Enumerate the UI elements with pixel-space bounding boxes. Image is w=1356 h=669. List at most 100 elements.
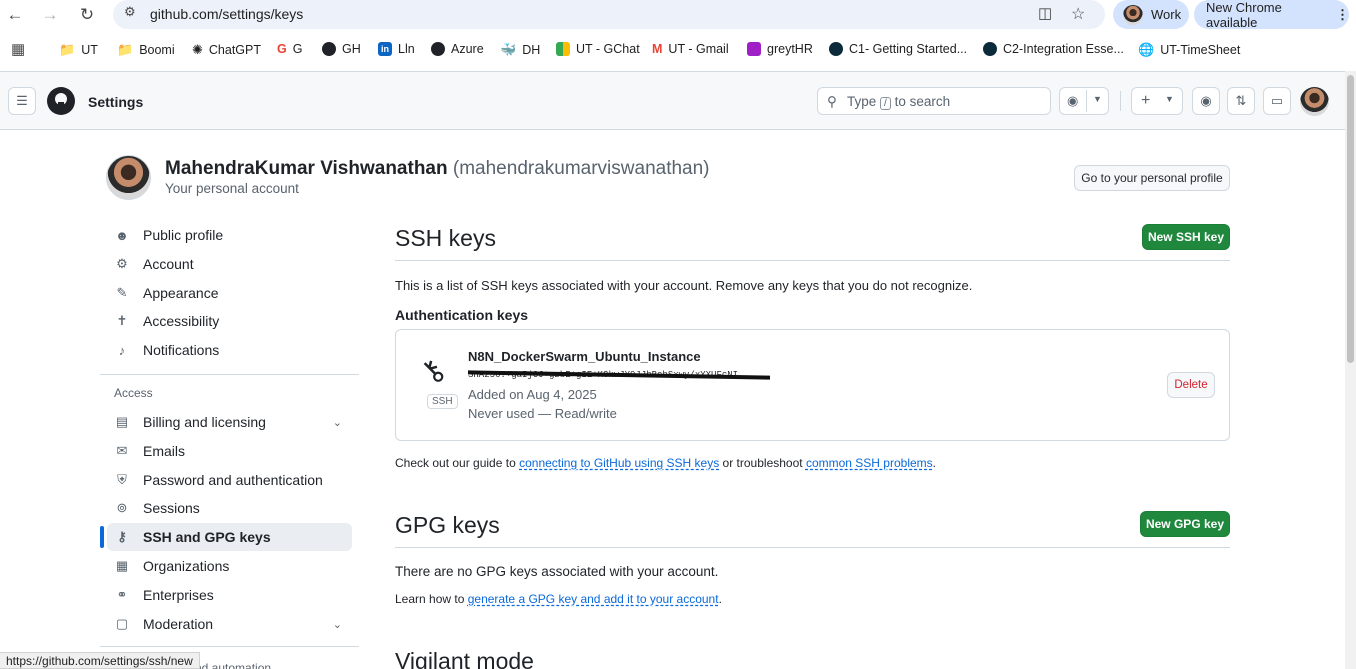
globe-icon: 🌐 [1138,42,1155,57]
sidebar-item-organizations[interactable]: ▦ Organizations [107,552,352,580]
bookmark-item[interactable]: ✺ ChatGPT [192,42,261,58]
new-gpg-key-button[interactable]: New GPG key [1140,511,1230,537]
boomi-icon [829,42,843,56]
delete-ssh-key-button[interactable]: Delete [1167,372,1215,398]
ssh-guide-link[interactable]: connecting to GitHub using SSH keys [519,456,719,470]
sidebar-item-label: Password and authentication [143,472,323,488]
bookmark-star-icon[interactable]: ☆ [1071,4,1085,24]
key-icon: ⚷ [117,529,127,544]
bookmark-label: Lln [398,42,415,56]
ssh-description: This is a list of SSH keys associated wi… [395,278,973,293]
profile-avatar [1123,4,1143,25]
profile-name-line: MahendraKumar Vishwanathan (mahendrakuma… [165,158,710,180]
bookmark-item[interactable]: M UT - Gmail [652,42,729,56]
profile-subtitle: Your personal account [165,181,299,196]
ssh-key-usage: Never used — Read/write [468,406,617,421]
chevron-down-icon[interactable]: ⌄ [333,618,342,631]
inbox-icon[interactable]: ▭ [1263,87,1291,115]
issues-icon[interactable]: ◉ [1192,87,1220,115]
apps-grid-icon[interactable]: ▦ [11,40,25,58]
bookmark-item[interactable]: in Lln [378,42,415,56]
sidebar-item-moderation[interactable]: ▢ Moderation ⌄ [107,610,352,638]
learn-prefix: Learn how to [395,592,465,606]
page-viewport: ☰ Settings ⚲ Type / to search ◉ ▼ + ▼ ◉ … [0,71,1345,669]
go-to-profile-button[interactable]: Go to your personal profile [1074,165,1230,191]
forward-arrow-icon[interactable]: → [39,4,61,26]
search-icon: ⚲ [827,94,837,109]
profile-name: MahendraKumar Vishwanathan [165,158,448,179]
person-icon: ☻ [115,227,129,243]
sidebar-item-appearance[interactable]: ✎ Appearance [107,279,352,307]
create-new-button[interactable]: + ▼ [1131,87,1183,115]
ssh-guide-text: Check out our guide to connecting to Git… [395,456,936,470]
google-icon: G [277,42,287,56]
greythr-icon [747,42,761,56]
kebab-menu-icon[interactable]: ⋮ [1336,7,1349,23]
sidebar-item-public-profile[interactable]: ☻ Public profile [107,221,352,249]
organization-icon: ▦ [115,558,129,573]
sidebar-item-account[interactable]: ⚙ Account [107,250,352,278]
sidebar-item-label: Public profile [143,227,224,243]
bookmark-item[interactable]: GH [322,42,361,56]
sidebar-item-label: Sessions [143,500,200,516]
sidebar-item-sessions[interactable]: ⊚ Sessions [107,494,352,522]
sidebar-item-ssh-gpg-keys[interactable]: ⚷ SSH and GPG keys [107,523,352,551]
key-icon: ⚷ [413,352,453,391]
sidebar-item-accessibility[interactable]: ✝ Accessibility [107,307,352,335]
install-app-icon[interactable]: ◫ [1038,4,1052,22]
url-text[interactable]: github.com/settings/keys [150,6,303,22]
bookmark-item[interactable]: 📁 Boomi [117,42,175,58]
sidebar-heading-access: Access [114,386,153,400]
bookmark-item[interactable]: 🌐 UT-TimeSheet [1138,42,1240,58]
bookmark-label: Azure [451,42,484,56]
sidebar-item-notifications[interactable]: ♪ Notifications [107,336,352,364]
chevron-down-icon[interactable]: ▼ [1093,94,1102,104]
back-arrow-icon[interactable]: ← [4,4,26,26]
search-suffix: to search [894,94,951,109]
page-scrollbar[interactable] [1345,71,1356,669]
bookmark-item[interactable]: greytHR [747,42,813,56]
github-logo-icon[interactable] [47,87,75,115]
sidebar-item-label: Account [143,256,194,272]
bookmark-item[interactable]: C2-Integration Esse... [983,42,1124,56]
chatgpt-icon: ✺ [192,42,203,57]
sidebar-item-enterprises[interactable]: ⚭ Enterprises [107,581,352,609]
user-avatar[interactable] [1300,87,1329,116]
sidebar-item-billing[interactable]: ▤ Billing and licensing ⌄ [107,408,352,436]
globe-icon: ⚭ [116,587,128,602]
boomi-icon [983,42,997,56]
copilot-button[interactable]: ◉ ▼ [1059,87,1109,115]
address-bar[interactable]: ⚙ github.com/settings/keys ◫ ☆ [113,0,1105,29]
reload-icon[interactable]: ↻ [76,4,98,26]
gpg-keys-title: GPG keys [395,512,500,538]
sidebar-item-emails[interactable]: ✉ Emails [107,437,352,465]
docker-icon: 🐳 [500,42,517,57]
chrome-update-button[interactable]: New Chrome available ⋮ [1194,0,1349,30]
site-settings-icon[interactable]: ⚙ [124,4,136,20]
credit-card-icon: ▤ [115,414,129,429]
link-status-bubble: https://github.com/settings/ssh/new [0,652,200,669]
new-ssh-key-button[interactable]: New SSH key [1142,224,1230,250]
gpg-empty-text: There are no GPG keys associated with yo… [395,564,719,579]
profile-chip[interactable]: Work [1113,0,1189,29]
ssh-key-name: N8N_DockerSwarm_Ubuntu_Instance [468,349,701,364]
hamburger-menu-icon[interactable]: ☰ [8,87,36,115]
bookmark-item[interactable]: 🐳 DH [500,42,540,58]
ssh-key-fingerprint: SHA256:+gaIjCJ+gzbE+gIE+KCkwJY9JJhBchSxw… [468,370,770,382]
chevron-down-icon[interactable]: ⌄ [333,416,342,429]
bookmark-item[interactable]: C1- Getting Started... [829,42,967,56]
sidebar-item-label: Enterprises [143,587,214,603]
sidebar-item-password[interactable]: ⛨ Password and authentication [107,466,352,494]
generate-gpg-key-link[interactable]: generate a GPG key and add it to your ac… [468,592,719,606]
ssh-problems-link[interactable]: common SSH problems [806,456,933,470]
bookmark-label: UT [81,43,98,57]
gpg-learn-text: Learn how to generate a GPG key and add … [395,592,722,606]
pull-requests-icon[interactable]: ⇅ [1227,87,1255,115]
bookmark-item[interactable]: Azure [431,42,484,56]
bookmark-item[interactable]: GG [277,42,302,56]
bookmark-item[interactable]: 📁 UT [59,42,98,58]
bookmark-item[interactable]: UT - GChat [556,42,640,56]
profile-chip-label: Work [1151,7,1182,22]
scrollbar-thumb[interactable] [1347,75,1354,363]
search-input[interactable]: ⚲ Type / to search [817,87,1051,115]
